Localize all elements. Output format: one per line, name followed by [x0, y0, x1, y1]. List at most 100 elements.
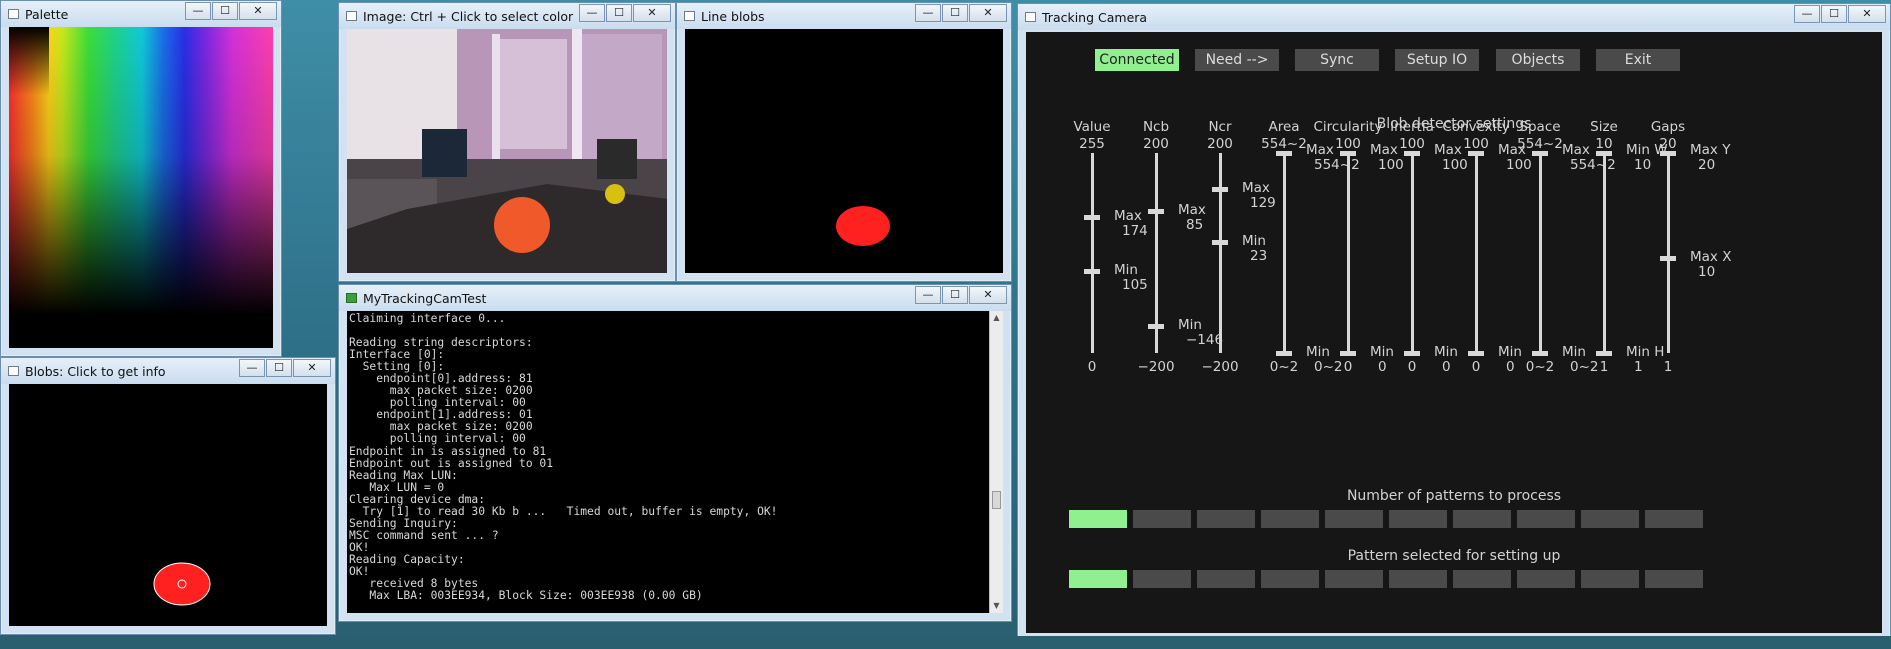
- console-output[interactable]: Claiming interface 0... Reading string d…: [347, 311, 1003, 613]
- image-titlebar[interactable]: Image: Ctrl + Click to select color — ☐ ✕: [339, 3, 675, 29]
- console-titlebar[interactable]: MyTrackingCamTest — ☐ ✕: [339, 285, 1011, 311]
- slider-handle-space[interactable]: [1532, 351, 1548, 356]
- pattern-select-slot-6[interactable]: [1389, 570, 1447, 588]
- minimize-button[interactable]: —: [185, 2, 211, 20]
- pattern-select-slot-5[interactable]: [1325, 570, 1383, 588]
- console-line: Max LBA: 003EE934, Block Size: 003EE938 …: [349, 589, 703, 603]
- minimize-button[interactable]: —: [915, 286, 941, 304]
- maximize-button[interactable]: ☐: [606, 4, 632, 22]
- slider-track-space[interactable]: [1539, 153, 1542, 353]
- slider-handle-label: Max 174: [1114, 208, 1148, 239]
- slider-track-convexity[interactable]: [1475, 153, 1478, 353]
- slider-track-ncb[interactable]: [1155, 153, 1158, 353]
- close-button[interactable]: ✕: [969, 4, 1007, 22]
- minimize-button[interactable]: —: [1794, 5, 1820, 23]
- slider-handle-size[interactable]: [1596, 151, 1612, 156]
- pattern-count-slot-3[interactable]: [1197, 510, 1255, 528]
- maximize-button[interactable]: ☐: [212, 2, 238, 20]
- palette-titlebar[interactable]: Palette — ☐ ✕: [1, 1, 281, 27]
- slider-handle-convexity[interactable]: [1468, 151, 1484, 156]
- patterns-title: Number of patterns to process: [1346, 488, 1562, 504]
- slider-handle-ncr[interactable]: [1212, 186, 1228, 192]
- close-button[interactable]: ✕: [969, 286, 1007, 304]
- slider-handle-ncr[interactable]: [1212, 239, 1228, 245]
- scroll-down-arrow-icon[interactable]: ▼: [990, 599, 1003, 613]
- minimize-button[interactable]: —: [579, 4, 605, 22]
- pattern-select-slot-3[interactable]: [1197, 570, 1255, 588]
- line-blob: [836, 206, 890, 246]
- slider-handle-circularity[interactable]: [1340, 351, 1356, 356]
- pattern-select-slot-10[interactable]: [1645, 570, 1703, 588]
- handle-label-value: 23: [1250, 247, 1268, 264]
- pattern-select-slot-9[interactable]: [1581, 570, 1639, 588]
- slider-track-inertia[interactable]: [1411, 153, 1414, 353]
- pattern-count-slot-5[interactable]: [1325, 510, 1383, 528]
- slider-handle-gaps[interactable]: [1660, 151, 1676, 156]
- slider-handle-size[interactable]: [1596, 351, 1612, 356]
- slider-handle-inertia[interactable]: [1404, 151, 1420, 156]
- slider-track-area[interactable]: [1283, 153, 1286, 353]
- pattern-count-slot-7[interactable]: [1453, 510, 1511, 528]
- close-button[interactable]: ✕: [293, 359, 331, 377]
- handle-label-name: Max Y: [1690, 142, 1731, 158]
- slider-handle-gaps[interactable]: [1660, 256, 1676, 262]
- slider-handle-inertia[interactable]: [1404, 351, 1420, 356]
- slider-track-circularity[interactable]: [1347, 153, 1350, 353]
- btn-sync[interactable]: Sync: [1295, 49, 1379, 71]
- blobs-titlebar[interactable]: Blobs: Click to get info — ☐ ✕: [1, 358, 335, 384]
- pattern-count-slot-2[interactable]: [1133, 510, 1191, 528]
- palette-canvas[interactable]: [9, 27, 273, 348]
- maximize-button[interactable]: ☐: [1821, 5, 1847, 23]
- pattern-count-slot-9[interactable]: [1581, 510, 1639, 528]
- close-button[interactable]: ✕: [1848, 5, 1886, 23]
- console-line: Claiming interface 0...: [349, 312, 506, 325]
- pattern-select-slot-1[interactable]: [1069, 570, 1127, 588]
- window-title: Tracking Camera: [1042, 10, 1148, 25]
- slider-track-gaps[interactable]: [1667, 153, 1670, 353]
- slider-handle-space[interactable]: [1532, 151, 1548, 156]
- minimize-button[interactable]: —: [239, 359, 265, 377]
- scroll-thumb[interactable]: [992, 491, 1001, 509]
- slider-handle-convexity[interactable]: [1468, 351, 1484, 356]
- btn-setup-io[interactable]: Setup IO: [1395, 49, 1479, 71]
- tracking-panel: Blob detector settings Number of pattern…: [1026, 32, 1882, 633]
- scroll-up-arrow-icon[interactable]: ▲: [990, 311, 1003, 325]
- btn-need[interactable]: Need -->: [1195, 49, 1279, 71]
- pattern-count-slot-8[interactable]: [1517, 510, 1575, 528]
- maximize-button[interactable]: ☐: [942, 286, 968, 304]
- minimize-button[interactable]: —: [915, 4, 941, 22]
- line-blobs-titlebar[interactable]: Line blobs — ☐ ✕: [677, 3, 1011, 29]
- blobs-canvas[interactable]: [9, 384, 327, 626]
- btn-exit[interactable]: Exit: [1596, 49, 1680, 71]
- btn-objects[interactable]: Objects: [1496, 49, 1580, 71]
- slider-handle-value[interactable]: [1084, 268, 1100, 274]
- line-blobs-canvas[interactable]: [685, 29, 1003, 273]
- slider-handle-area[interactable]: [1276, 151, 1292, 156]
- pattern-count-slot-1[interactable]: [1069, 510, 1127, 528]
- pattern-count-slot-4[interactable]: [1261, 510, 1319, 528]
- image-window: Image: Ctrl + Click to select color — ☐ ✕: [338, 2, 676, 282]
- slider-handle-circularity[interactable]: [1340, 151, 1356, 156]
- pattern-select-slot-4[interactable]: [1261, 570, 1319, 588]
- console-scrollbar[interactable]: ▲ ▼: [989, 311, 1003, 613]
- maximize-button[interactable]: ☐: [942, 4, 968, 22]
- btn-connected[interactable]: Connected: [1095, 49, 1179, 71]
- camera-image[interactable]: [347, 29, 667, 273]
- slider-track-ncr[interactable]: [1219, 153, 1222, 353]
- slider-track-size[interactable]: [1603, 153, 1606, 353]
- pattern-select-slot-2[interactable]: [1133, 570, 1191, 588]
- slider-handle-ncb[interactable]: [1148, 324, 1164, 329]
- slider-track-value[interactable]: [1091, 153, 1094, 353]
- detected-blob[interactable]: [153, 562, 211, 606]
- maximize-button[interactable]: ☐: [266, 359, 292, 377]
- pattern-select-slot-8[interactable]: [1517, 570, 1575, 588]
- close-button[interactable]: ✕: [633, 4, 671, 22]
- close-button[interactable]: ✕: [239, 2, 277, 20]
- tracking-titlebar[interactable]: Tracking Camera — ☐ ✕: [1018, 4, 1890, 30]
- pattern-count-slot-6[interactable]: [1389, 510, 1447, 528]
- slider-handle-area[interactable]: [1276, 351, 1292, 356]
- pattern-count-slot-10[interactable]: [1645, 510, 1703, 528]
- slider-handle-ncb[interactable]: [1148, 208, 1164, 214]
- pattern-select-slot-7[interactable]: [1453, 570, 1511, 588]
- slider-handle-value[interactable]: [1084, 214, 1100, 220]
